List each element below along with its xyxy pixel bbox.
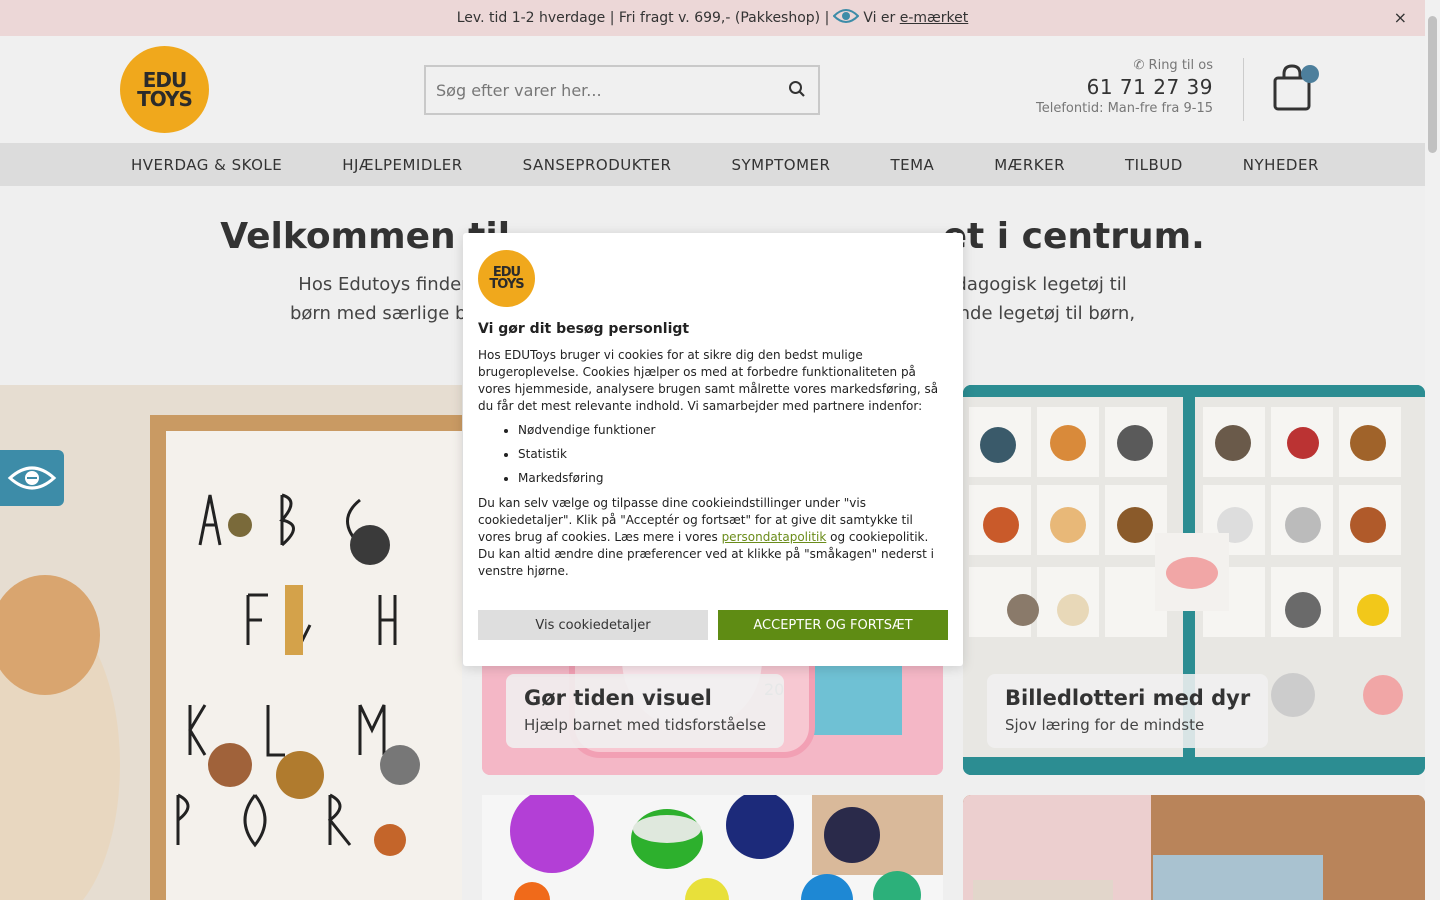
welcome-title-right: et i centrum. — [942, 216, 1205, 257]
phone-label-text: Ring til os — [1148, 58, 1213, 73]
alphabet-poster-image — [0, 385, 462, 900]
animal-lotto-subtitle: Sjov læring for de mindste — [1005, 716, 1205, 734]
alphabet-poster-tile[interactable] — [0, 385, 462, 900]
phone-hours: Telefontid: Man-fre fra 9-15 — [1036, 101, 1213, 116]
welcome-line2-right: ende legetøj til børn, — [947, 303, 1136, 324]
nav-item-sanseprodukter[interactable]: SANSEPRODUKTER — [493, 156, 702, 174]
search-box — [424, 65, 820, 115]
announcement-text: Lev. tid 1-2 hverdage | Fri fragt v. 699… — [456, 10, 830, 26]
cookie-item-statistics: Statistik — [518, 447, 948, 461]
search-input[interactable] — [426, 67, 766, 113]
cart-badge — [1301, 65, 1319, 83]
wooden-table-image — [963, 795, 1425, 900]
visual-time-subtitle: Hjælp barnet med tidsforståelse — [524, 716, 767, 734]
emark-link[interactable]: e-mærket — [900, 10, 969, 26]
nav-item-tilbud[interactable]: TILBUD — [1095, 156, 1213, 174]
welcome-line2-left: børn med særlige be — [289, 303, 478, 324]
phone-icon: ✆ — [1133, 58, 1145, 73]
phone-number[interactable]: 61 71 27 39 — [1036, 75, 1213, 99]
animal-lotto-title: Billedlotteri med dyr — [1005, 686, 1251, 710]
wooden-table-tile[interactable] — [963, 795, 1425, 900]
edutoys-logo[interactable]: EDU TOYS — [120, 46, 209, 133]
nav-item-hjaelpemidler[interactable]: HJÆLPEMIDLER — [312, 156, 492, 174]
scrollbar-thumb[interactable] — [1428, 16, 1437, 153]
announcement-bar: Lev. tid 1-2 hverdage | Fri fragt v. 699… — [0, 0, 1425, 36]
cookie-intro: Hos EDUToys bruger vi cookies for at sik… — [478, 348, 939, 413]
logo-line-2: TOYS — [137, 86, 193, 111]
nav-item-tema[interactable]: TEMA — [860, 156, 964, 174]
cookie-item-marketing: Markedsføring — [518, 471, 948, 485]
cookie-buttons: Vis cookiedetaljer ACCEPTER OG FORTSÆT — [478, 610, 948, 640]
accessibility-icon — [7, 466, 57, 490]
visual-time-title: Gør tiden visuel — [524, 686, 712, 710]
nav-item-nyheder[interactable]: NYHEDER — [1213, 156, 1349, 174]
sensory-toys-image — [482, 795, 943, 900]
show-cookie-details-button[interactable]: Vis cookiedetaljer — [478, 610, 708, 640]
site-header: EDU TOYS ✆ Ring til os 61 71 27 39 Telef… — [0, 36, 1425, 143]
eye-icon — [832, 8, 860, 28]
phone-block: ✆ Ring til os 61 71 27 39 Telefontid: Ma… — [1036, 58, 1213, 116]
phone-label: ✆ Ring til os — [1036, 58, 1214, 73]
welcome-line1-right: edagogisk legetøj til — [944, 274, 1127, 295]
cookie-partner-list: Nødvendige funktioner Statistik Markedsf… — [518, 423, 948, 485]
nav-item-symptomer[interactable]: SYMPTOMER — [701, 156, 860, 174]
emark-prefix: Vi er — [863, 10, 896, 26]
visual-time-label: Gør tiden visuel Hjælp barnet med tidsfo… — [506, 674, 785, 748]
cookie-body: Du kan selv vælge og tilpasse dine cooki… — [478, 495, 948, 580]
animal-lotto-tile[interactable]: Billedlotteri med dyr Sjov læring for de… — [963, 385, 1425, 775]
nav-item-maerker[interactable]: MÆRKER — [964, 156, 1095, 174]
cookie-dialog-logo: EDU TOYS — [478, 250, 535, 307]
nav-item-hverdag-skole[interactable]: HVERDAG & SKOLE — [101, 156, 312, 174]
main-nav: HVERDAG & SKOLE HJÆLPEMIDLER SANSEPRODUK… — [0, 143, 1425, 186]
privacy-policy-link[interactable]: persondatapolitik — [722, 530, 827, 544]
page-scrollbar[interactable] — [1425, 0, 1440, 900]
cookie-item-necessary: Nødvendige funktioner — [518, 423, 948, 437]
welcome-line1-left: Hos Edutoys finder — [298, 274, 475, 295]
cart-button[interactable] — [1272, 64, 1320, 114]
header-divider — [1243, 58, 1244, 121]
sensory-toys-tile[interactable] — [482, 795, 943, 900]
close-icon[interactable]: × — [1394, 8, 1407, 27]
accept-and-continue-button[interactable]: ACCEPTER OG FORTSÆT — [718, 610, 948, 640]
cookie-consent-dialog: EDU TOYS Vi gør dit besøg personligt Hos… — [463, 233, 963, 666]
accessibility-button[interactable] — [0, 450, 64, 506]
cookie-title: Vi gør dit besøg personligt — [478, 321, 690, 337]
animal-lotto-label: Billedlotteri med dyr Sjov læring for de… — [987, 674, 1269, 748]
cookie-logo-line-2: TOYS — [489, 276, 524, 292]
search-icon[interactable] — [788, 80, 806, 102]
